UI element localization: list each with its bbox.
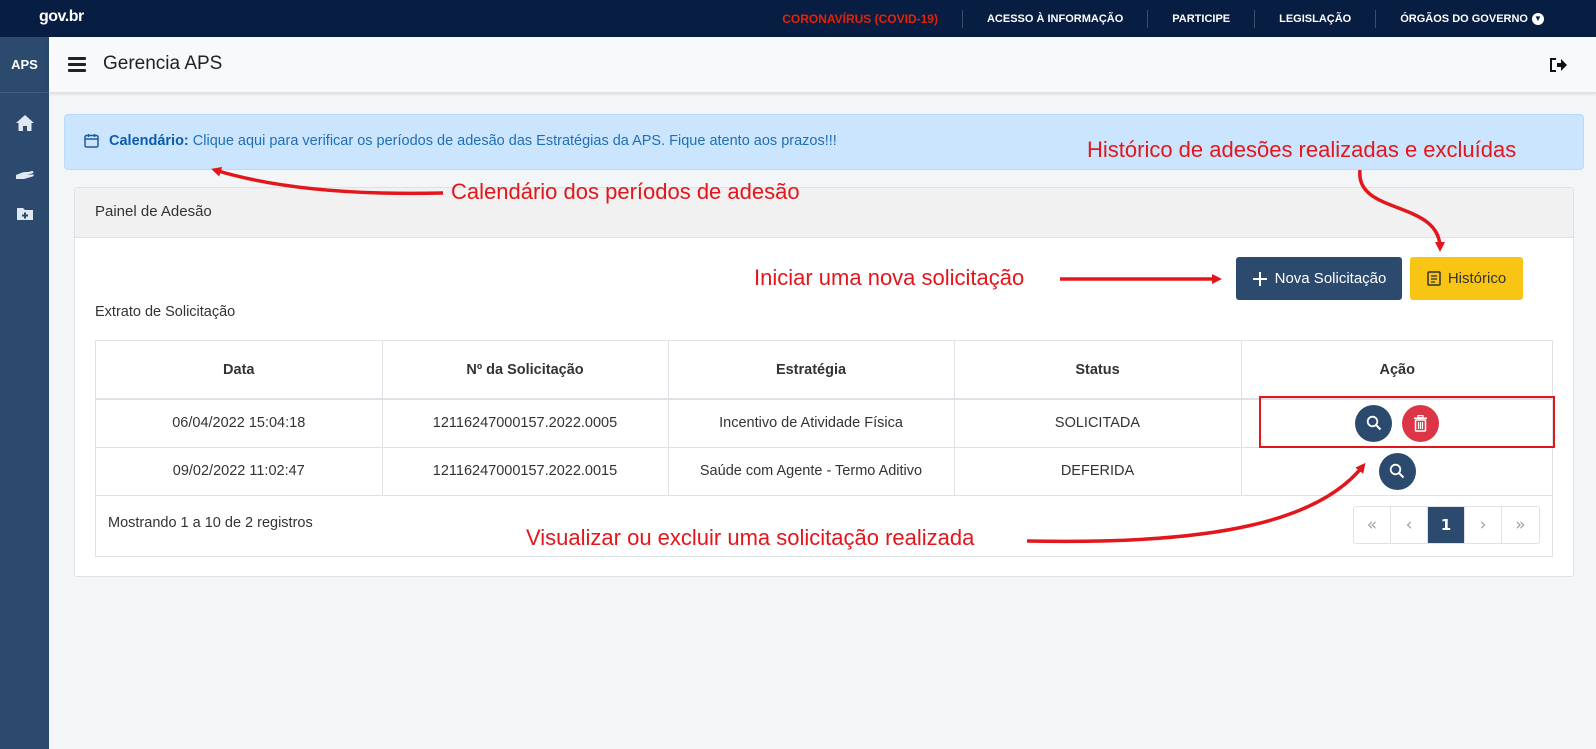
- col-acao: Ação: [1241, 341, 1553, 400]
- chevron-down-icon: ▼: [1532, 12, 1544, 25]
- gov-link-participe[interactable]: PARTICIPE: [1147, 9, 1254, 28]
- cell-numero: 12116247000157.2022.0015: [382, 447, 669, 496]
- historico-label: Histórico: [1447, 270, 1507, 287]
- nova-solicitacao-button[interactable]: Nova Solicitação: [1236, 257, 1402, 300]
- sidebar-item-folder[interactable]: [0, 193, 49, 233]
- col-status[interactable]: Status: [954, 341, 1242, 400]
- logout-icon: [1550, 58, 1567, 72]
- cell-data: 06/04/2022 15:04:18: [96, 399, 383, 448]
- cell-numero: 12116247000157.2022.0005: [382, 399, 669, 448]
- folder-plus-icon: [16, 207, 33, 220]
- page-title: Gerencia APS: [103, 53, 223, 74]
- cell-acao: [1241, 447, 1553, 496]
- cell-status: DEFERIDA: [954, 447, 1242, 496]
- logout-button[interactable]: [1548, 56, 1568, 78]
- cell-status: SOLICITADA: [954, 399, 1242, 448]
- action-highlight-box: [1259, 396, 1555, 448]
- cell-data: 09/02/2022 11:02:47: [96, 447, 383, 496]
- records-info: Mostrando 1 a 10 de 2 registros: [108, 515, 313, 531]
- table-row: 09/02/2022 11:02:47 12116247000157.2022.…: [96, 447, 1553, 496]
- historico-button[interactable]: Histórico: [1410, 257, 1523, 300]
- col-estrategia[interactable]: Estratégia: [668, 341, 955, 400]
- sidebar-item-home[interactable]: [0, 103, 49, 143]
- card-title: Painel de Adesão: [75, 188, 1573, 238]
- view-button[interactable]: [1378, 452, 1416, 490]
- extrato-label: Extrato de Solicitação: [95, 304, 236, 320]
- col-data[interactable]: Data: [96, 341, 383, 400]
- annotation-calendar: Calendário dos períodos de adesão: [451, 179, 800, 204]
- sidebar-item-adesao[interactable]: [0, 153, 49, 193]
- sidebar-brand[interactable]: APS: [0, 37, 49, 93]
- gov-links: CORONAVÍRUS (COVID-19) ACESSO À INFORMAÇ…: [758, 0, 1568, 37]
- home-icon: [15, 115, 34, 131]
- calendar-alert-label: Calendário:: [109, 133, 189, 149]
- gov-link-orgaos[interactable]: ÓRGÃOS DO GOVERNO ▼: [1375, 9, 1568, 28]
- sidebar: APS: [0, 37, 49, 749]
- page-last-button[interactable]: »: [1502, 507, 1539, 543]
- menu-icon[interactable]: [68, 57, 86, 73]
- cell-estrategia: Incentivo de Atividade Física: [668, 399, 955, 448]
- plus-icon: [1252, 271, 1267, 286]
- page-first-button[interactable]: «: [1354, 507, 1391, 543]
- app-header: Gerencia APS: [49, 37, 1596, 93]
- gov-link-acesso[interactable]: ACESSO À INFORMAÇÃO: [961, 9, 1147, 28]
- gov-link-orgaos-label: ÓRGÃOS DO GOVERNO: [1400, 12, 1528, 25]
- annotation-new: Iniciar uma nova solicitação: [754, 265, 1025, 290]
- pagination: « ‹ 1 › »: [1353, 506, 1540, 544]
- gov-logo[interactable]: gov.br: [39, 8, 84, 26]
- gov-link-covid[interactable]: CORONAVÍRUS (COVID-19): [758, 10, 962, 28]
- page-prev-button[interactable]: ‹: [1391, 507, 1428, 543]
- annotation-view: Visualizar ou excluir uma solicitação re…: [526, 525, 975, 550]
- cell-estrategia: Saúde com Agente - Termo Aditivo: [668, 447, 955, 496]
- search-icon: [1390, 463, 1405, 479]
- gov-top-bar: gov.br CORONAVÍRUS (COVID-19) ACESSO À I…: [0, 0, 1596, 37]
- col-numero[interactable]: Nº da Solicitação: [382, 341, 669, 400]
- nova-solicitacao-label: Nova Solicitação: [1274, 270, 1387, 287]
- table-header-row: Data Nº da Solicitação Estratégia Status…: [96, 341, 1553, 400]
- gov-link-legislacao[interactable]: LEGISLAÇÃO: [1254, 9, 1375, 28]
- page-current-button[interactable]: 1: [1428, 507, 1465, 543]
- calendar-icon: [84, 134, 99, 148]
- hand-icon: [15, 171, 34, 179]
- document-icon: [1427, 271, 1441, 286]
- annotation-history: Histórico de adesões realizadas e excluí…: [1087, 137, 1517, 162]
- calendar-alert-message: Clique aqui para verificar os períodos d…: [188, 133, 837, 149]
- page-next-button[interactable]: ›: [1465, 507, 1502, 543]
- painel-adesao-card: Painel de Adesão Nova Solicitação Histór…: [74, 187, 1574, 577]
- calendar-alert-text: Calendário: Clique aqui para verificar o…: [109, 133, 837, 149]
